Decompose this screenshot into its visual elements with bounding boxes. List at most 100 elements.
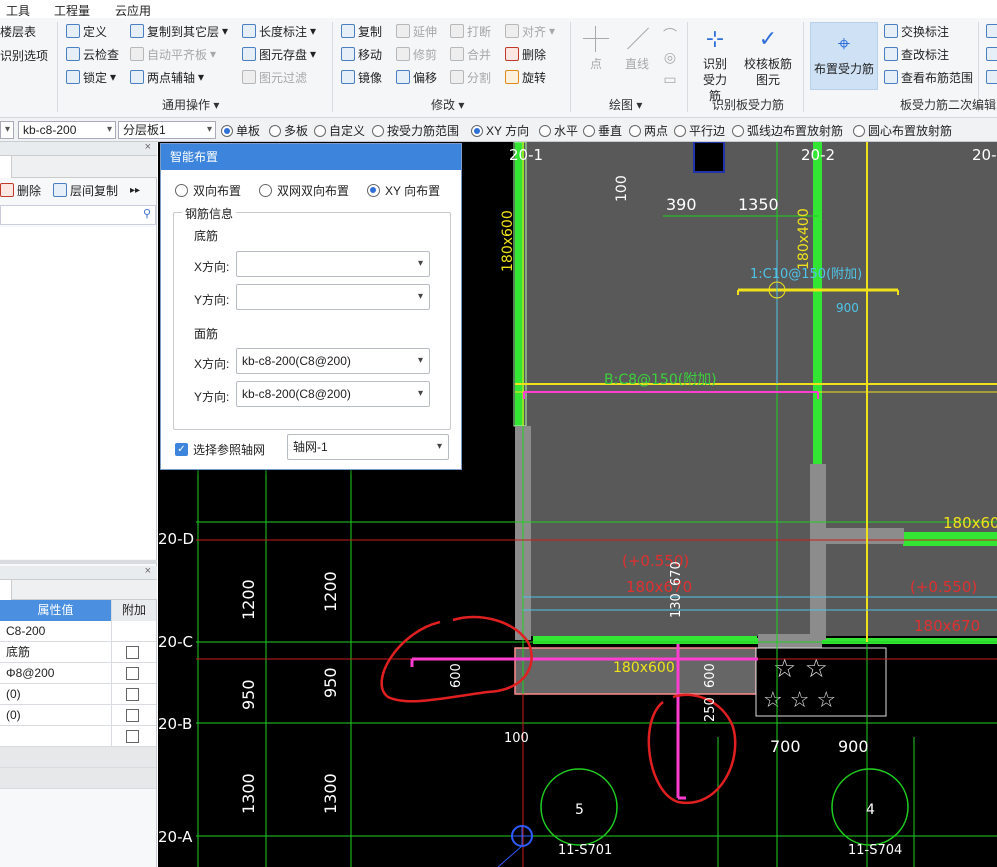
close-icon[interactable]: × <box>145 141 151 153</box>
rotate-button[interactable]: 旋转 <box>505 68 546 86</box>
radio-icon <box>732 124 744 137</box>
delete-button[interactable]: 删除 <box>505 45 546 63</box>
option-center-radial[interactable]: 圆心布置放射筋 <box>853 122 952 139</box>
extra-checkbox[interactable] <box>126 667 139 680</box>
view-range-button[interactable]: 查看布筋范围 <box>884 68 973 86</box>
option-by-range[interactable]: 按受力筋范围 <box>372 122 459 139</box>
option-two-point[interactable]: 两点 <box>629 122 668 139</box>
mode-bidirectional[interactable]: 双向布置 <box>175 182 241 199</box>
trim-button[interactable]: 修剪 <box>396 45 437 63</box>
trim-icon <box>396 47 410 61</box>
more-tool-button[interactable] <box>986 68 997 86</box>
menu-cloud[interactable]: 云应用 <box>115 2 151 19</box>
extra-checkbox[interactable] <box>126 709 139 722</box>
two-point-axis-button[interactable]: 两点辅轴 ▾ <box>130 68 204 86</box>
lock-button[interactable]: 锁定 ▾ <box>66 68 116 86</box>
property-row[interactable]: 底筋 <box>0 642 156 663</box>
split-button[interactable]: 分割 <box>450 68 491 86</box>
length-dim-button[interactable]: 长度标注 ▾ <box>242 22 316 40</box>
more-tool-button[interactable] <box>986 45 997 63</box>
property-value[interactable]: (0) <box>0 705 112 726</box>
component-tabs <box>0 156 157 178</box>
option-vertical[interactable]: 垂直 <box>583 122 622 139</box>
option-label: 弧线边布置放射筋 <box>747 124 844 138</box>
floor-combo[interactable] <box>0 121 14 139</box>
place-rebar-button[interactable]: ⌖ 布置受力筋 <box>810 22 878 90</box>
identify-rebar-button[interactable]: ⊹ 识别受力筋 <box>694 24 736 104</box>
property-extra <box>112 684 156 705</box>
axis-grid-select[interactable]: 轴网-1 <box>287 434 449 460</box>
define-button[interactable]: 定义 <box>66 22 107 40</box>
reference-axis-checkbox[interactable]: ✓ 选择参照轴网 <box>175 441 265 458</box>
menu-tools[interactable]: 工具 <box>6 2 30 19</box>
cloud-check-button[interactable]: 云检查 <box>66 45 119 63</box>
top-x-select[interactable]: kb-c8-200(C8@200) <box>236 348 430 374</box>
floor-table-button[interactable]: 楼层表 <box>0 22 36 40</box>
merge-button[interactable]: 合并 <box>450 45 491 63</box>
component-tab[interactable] <box>0 156 12 178</box>
copy-between-floors-button[interactable]: 层间复制 <box>53 181 118 199</box>
component-search-input[interactable]: ⚲ <box>0 205 156 225</box>
delete-component-button[interactable]: 删除 <box>0 181 41 199</box>
merge-icon <box>450 47 464 61</box>
bottom-x-select[interactable] <box>236 251 430 277</box>
rebar-combo[interactable]: kb-c8-200 <box>18 121 116 139</box>
option-horizontal[interactable]: 水平 <box>539 122 578 139</box>
dialog-title[interactable]: 智能布置 <box>161 144 461 170</box>
layer-combo[interactable]: 分层板1 <box>118 121 216 139</box>
ribbon-separator <box>57 22 58 112</box>
option-multi-slab[interactable]: 多板 <box>269 122 308 139</box>
group-identify: 识别板受力筋 <box>712 96 784 113</box>
panel-splitter[interactable] <box>0 560 157 564</box>
copy-to-floor-button[interactable]: 复制到其它层 ▾ <box>130 22 228 40</box>
break-button[interactable]: 打断 <box>450 22 491 40</box>
property-tab[interactable] <box>0 580 12 600</box>
mirror-button[interactable]: 镜像 <box>341 68 382 86</box>
copy-button[interactable]: 复制 <box>341 22 382 40</box>
more-arrow-icon[interactable]: ▸▸ <box>130 185 140 196</box>
option-custom[interactable]: 自定义 <box>314 122 365 139</box>
mode-xy[interactable]: XY 向布置 <box>367 182 440 199</box>
property-value[interactable]: (0) <box>0 684 112 705</box>
more-tool-button[interactable] <box>986 22 997 40</box>
extend-button[interactable]: 延伸 <box>396 22 437 40</box>
draw-line-button[interactable]: 直线 <box>620 24 654 72</box>
component-tree[interactable] <box>0 227 156 559</box>
mode-double-net[interactable]: 双网双向布置 <box>259 182 349 199</box>
property-value[interactable]: C8-200 <box>0 621 112 642</box>
offset-button[interactable]: 偏移 <box>396 68 437 86</box>
draw-point-button[interactable]: 点 <box>580 24 612 72</box>
identify-options-button[interactable]: 识别选项 <box>0 46 48 64</box>
option-xy-direction[interactable]: XY 方向 <box>471 122 529 139</box>
edit-label-button[interactable]: 查改标注 <box>884 45 949 63</box>
extra-checkbox[interactable] <box>126 688 139 701</box>
draw-more-button[interactable]: ⌒ ◎ ▭ <box>660 24 680 90</box>
option-parallel-edge[interactable]: 平行边 <box>674 122 725 139</box>
property-value[interactable]: 底筋 <box>0 642 112 663</box>
align-button[interactable]: 对齐 ▾ <box>505 22 555 40</box>
property-row[interactable]: (0) <box>0 684 156 705</box>
property-row[interactable]: Φ8@200 <box>0 663 156 684</box>
property-value[interactable]: Φ8@200 <box>0 663 112 684</box>
edit-label-text: 查改标注 <box>901 47 950 62</box>
property-row[interactable] <box>0 726 156 747</box>
save-element-button[interactable]: 图元存盘 ▾ <box>242 45 316 63</box>
property-row[interactable]: C8-200 <box>0 621 156 642</box>
move-button[interactable]: 移动 <box>341 45 382 63</box>
menu-quantity[interactable]: 工程量 <box>54 2 90 19</box>
top-rebar-label: 面筋 <box>194 327 219 341</box>
property-value[interactable] <box>0 726 112 747</box>
option-single-slab[interactable]: 单板 <box>221 122 260 139</box>
auto-align-slab-button[interactable]: 自动平齐板 ▾ <box>130 45 216 63</box>
top-y-label: Y方向: <box>194 390 230 404</box>
bottom-y-select[interactable] <box>236 284 430 310</box>
extra-checkbox[interactable] <box>126 646 139 659</box>
check-rebar-button[interactable]: ✓ 校核板筋图元 <box>740 24 796 88</box>
swap-label-button[interactable]: 交换标注 <box>884 22 949 40</box>
property-row[interactable]: (0) <box>0 705 156 726</box>
option-arc-radial[interactable]: 弧线边布置放射筋 <box>732 122 843 139</box>
top-y-select[interactable]: kb-c8-200(C8@200) <box>236 381 430 407</box>
extra-checkbox[interactable] <box>126 730 139 743</box>
element-filter-button[interactable]: 图元过滤 <box>242 68 307 86</box>
close-icon[interactable]: × <box>145 565 151 577</box>
